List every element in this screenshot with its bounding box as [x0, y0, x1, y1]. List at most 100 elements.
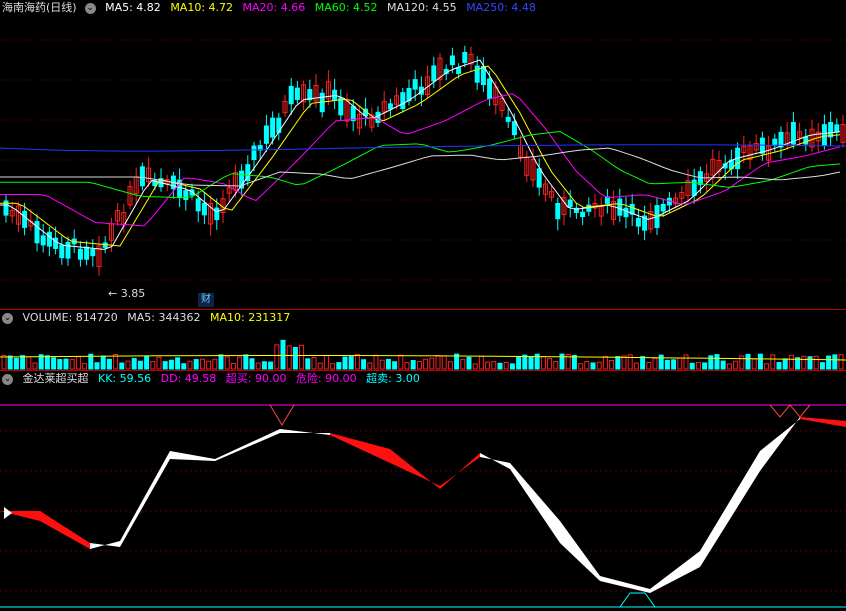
volume-bar [162, 361, 168, 370]
candle-body [431, 65, 437, 82]
volume-bar [553, 360, 559, 370]
volume-bar [100, 355, 106, 370]
volume-bar [571, 355, 577, 370]
volume-chart[interactable] [0, 310, 846, 370]
candle-body [139, 166, 145, 187]
volume-bar [423, 358, 429, 370]
candle-body [59, 244, 65, 259]
volume-bar [652, 358, 658, 370]
volume-bar [336, 362, 342, 370]
volume-bar [708, 355, 714, 370]
arrow-icon [4, 507, 12, 519]
volume-bar [770, 354, 776, 370]
candle-body [84, 246, 90, 260]
candle-body [34, 221, 40, 244]
ma60-line [0, 130, 841, 199]
volume-bar [63, 358, 69, 370]
candle-body [251, 145, 257, 161]
candle-body [555, 202, 561, 220]
volume-bar [311, 357, 317, 370]
volume-bar [739, 355, 745, 370]
volume-bar [819, 362, 825, 370]
volume-bar [509, 363, 515, 370]
volume-bar [330, 363, 336, 370]
ribbon-segment [480, 453, 510, 469]
event-badge[interactable]: 财 [198, 293, 214, 307]
ribbon-segment [600, 576, 650, 593]
volume-panel[interactable]: ⌄ VOLUME: 814720 MA5: 344362 MA10: 23131… [0, 310, 846, 370]
volume-bar [51, 357, 57, 370]
volume-bar [466, 356, 472, 370]
volume-bar [292, 347, 298, 370]
candle-body [195, 198, 201, 212]
volume-bar [689, 362, 695, 370]
volume-bar [156, 356, 162, 370]
volume-bar [757, 353, 763, 370]
volume-bar [472, 363, 478, 370]
candle-body [77, 248, 83, 260]
volume-bar [733, 360, 739, 370]
candle-body [536, 168, 542, 188]
volume-bar [181, 363, 187, 370]
volume-bar [596, 361, 602, 370]
volume-bar [491, 361, 497, 370]
volume-bar [243, 354, 249, 370]
candle-body [580, 211, 586, 218]
volume-bar [838, 354, 844, 370]
candle-body [511, 121, 517, 136]
volume-bar [540, 356, 546, 370]
candle-body [759, 137, 765, 154]
candle-body [338, 97, 344, 116]
ribbon-segment [170, 451, 215, 461]
volume-bar [441, 355, 447, 370]
candle-body [462, 51, 468, 63]
volume-bar [615, 356, 621, 370]
price-panel[interactable]: 海南海药(日线) ⌄ MA5: 4.82 MA10: 4.72 MA20: 4.6… [0, 0, 846, 309]
volume-bar [212, 358, 218, 370]
candle-body [53, 237, 59, 249]
volume-bar [274, 344, 280, 370]
volume-bar [751, 358, 757, 370]
volume-bar [69, 358, 75, 370]
volume-bar [813, 355, 819, 370]
volume-bar [75, 356, 81, 370]
volume-bar [193, 359, 199, 370]
price-chart[interactable] [0, 0, 846, 309]
volume-bar [478, 355, 484, 370]
volume-bar [261, 361, 267, 370]
oscillator-panel[interactable]: ⌄ 金达莱超买超 KK: 59.56 DD: 49.58 超买: 90.00 危… [0, 371, 846, 611]
ribbon-segment [650, 551, 700, 593]
volume-bar [106, 358, 112, 370]
candle-body [474, 65, 480, 83]
volume-bar [323, 355, 329, 370]
volume-bar [379, 359, 385, 370]
ribbon-segment [390, 449, 440, 489]
volume-bar [695, 361, 701, 370]
ribbon-segment [215, 429, 280, 461]
volume-bar [398, 354, 404, 370]
volume-bar [187, 360, 193, 370]
volume-bar [268, 361, 274, 370]
volume-bar [230, 362, 236, 370]
volume-bar [373, 354, 379, 370]
volume-bar [547, 358, 553, 370]
candle-body [505, 116, 511, 122]
volume-bar [175, 357, 181, 370]
volume-bar [658, 354, 664, 370]
low-price-marker: ← 3.85 [108, 287, 146, 300]
volume-bar [460, 358, 466, 370]
volume-bar [137, 360, 143, 370]
low-price-value: 3.85 [120, 287, 146, 300]
ribbon-segment [760, 417, 800, 471]
volume-bar [590, 362, 596, 370]
ribbon-segment [800, 417, 846, 427]
volume-bar [206, 360, 212, 370]
volume-bar [44, 355, 50, 370]
volume-bar [633, 362, 639, 370]
candle-body [828, 121, 834, 138]
volume-bar [702, 362, 708, 370]
volume-bar [640, 356, 646, 370]
oscillator-chart[interactable] [0, 371, 846, 611]
volume-bar [664, 359, 670, 370]
volume-bar [13, 357, 19, 370]
